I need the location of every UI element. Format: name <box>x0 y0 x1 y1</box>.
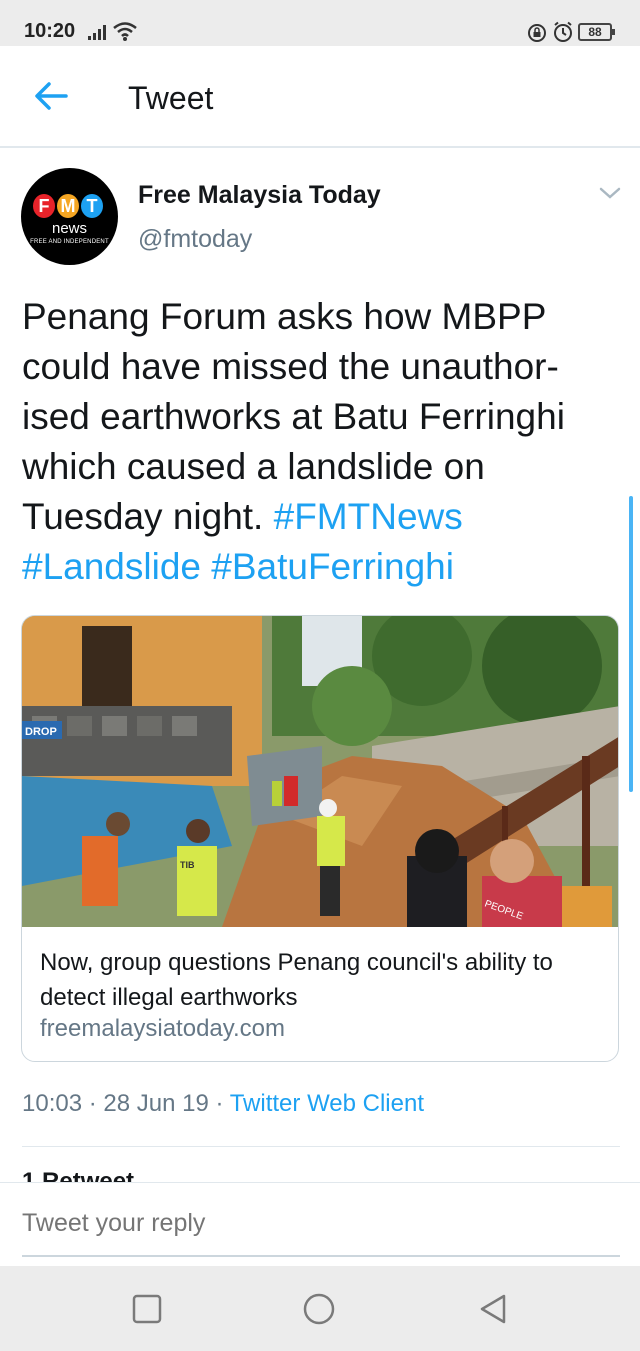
chevron-down-icon[interactable] <box>598 184 622 202</box>
status-bar: 10:20 88 <box>0 0 640 46</box>
link-card[interactable]: DROP TIB PEOPLE Now, group questions Pen… <box>21 615 619 1062</box>
signal-icon <box>88 25 106 40</box>
hashtag-link[interactable]: #BatuFerringhi <box>211 546 454 587</box>
meta-separator: · <box>208 1090 230 1117</box>
card-title[interactable]: Now, group questions Penang council's ab… <box>40 945 600 1015</box>
back-icon[interactable] <box>476 1292 510 1326</box>
lock-rotation-icon <box>528 24 546 42</box>
card-image: DROP TIB PEOPLE <box>22 616 618 927</box>
divider <box>22 1146 620 1147</box>
hashtag-link[interactable]: #Landslide <box>22 546 201 587</box>
vest-text: TIB <box>180 860 195 870</box>
reply-bar <box>0 1182 640 1266</box>
tweet-meta: 10:03 · 28 Jun 19 · Twitter Web Client <box>22 1090 424 1118</box>
tweet-date: 28 Jun 19 <box>103 1090 209 1117</box>
wifi-icon <box>113 22 137 41</box>
battery-icon: 88 <box>578 23 615 41</box>
avatar-sub: news <box>51 220 88 237</box>
sign-text: DROP <box>25 726 57 738</box>
scrollbar[interactable] <box>629 496 633 792</box>
avatar-letter: F <box>33 194 55 218</box>
reply-input[interactable] <box>22 1209 620 1238</box>
hashtag-link[interactable]: #FMTNews <box>274 496 463 537</box>
avatar[interactable]: F M T news FREE AND INDEPENDENT <box>21 168 118 265</box>
arrow-left-icon[interactable] <box>30 78 70 114</box>
battery-level: 88 <box>588 25 602 39</box>
tweet-client-link[interactable]: Twitter Web Client <box>230 1090 424 1117</box>
system-nav-bar <box>0 1266 640 1351</box>
alarm-icon <box>554 21 572 42</box>
author-name[interactable]: Free Malaysia Today <box>138 181 381 210</box>
meta-separator: · <box>82 1090 104 1117</box>
tweet-text: Penang Forum asks how MBPP could have mi… <box>22 292 622 592</box>
tweet-time: 10:03 <box>22 1090 83 1117</box>
status-time: 10:20 <box>24 20 76 42</box>
app-header: Tweet <box>0 46 640 148</box>
avatar-letter: M <box>57 194 79 218</box>
author-handle[interactable]: @fmtoday <box>138 225 252 254</box>
card-domain: freemalaysiatoday.com <box>40 1015 285 1042</box>
recent-apps-icon[interactable] <box>130 1292 164 1326</box>
home-icon[interactable] <box>302 1292 336 1326</box>
retweet-count[interactable]: 1 Retweet <box>22 1168 322 1182</box>
reply-underline <box>22 1255 620 1257</box>
page-title: Tweet <box>128 80 214 116</box>
avatar-logo: F M T <box>33 194 103 218</box>
avatar-letter: T <box>81 194 103 218</box>
avatar-tagline: FREE AND INDEPENDENT <box>30 239 109 245</box>
